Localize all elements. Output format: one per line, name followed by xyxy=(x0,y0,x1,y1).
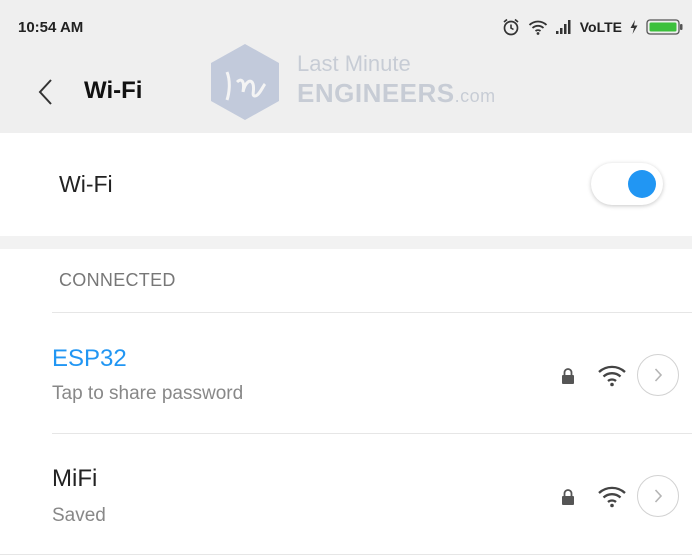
chevron-right-icon xyxy=(654,368,663,382)
toggle-knob xyxy=(628,170,656,198)
network-status: Saved xyxy=(52,505,106,526)
wifi-signal-icon xyxy=(598,486,626,508)
back-button[interactable] xyxy=(30,73,62,111)
watermark-logo xyxy=(211,44,279,120)
network-type-label: VoLTE xyxy=(579,19,622,35)
charging-icon xyxy=(630,20,638,34)
network-details-button[interactable] xyxy=(637,354,679,396)
signal-icon xyxy=(555,20,571,34)
network-name: ESP32 xyxy=(52,345,127,372)
network-details-button[interactable] xyxy=(637,475,679,517)
watermark-brand: ENGINEERS xyxy=(297,78,455,108)
network-row-esp32[interactable]: ESP32 Tap to share password xyxy=(0,330,692,420)
lock-icon xyxy=(562,368,574,384)
wifi-icon xyxy=(528,20,547,35)
divider xyxy=(0,554,692,555)
wifi-signal-icon xyxy=(598,365,626,387)
divider xyxy=(52,312,692,313)
battery-icon xyxy=(646,19,683,35)
watermark-line1: Last Minute xyxy=(297,51,411,76)
chevron-right-icon xyxy=(654,489,663,503)
status-time: 10:54 AM xyxy=(18,19,84,36)
section-header-connected: CONNECTED xyxy=(59,270,176,290)
network-row-mifi[interactable]: MiFi Saved xyxy=(0,452,692,542)
chevron-left-icon xyxy=(38,79,52,105)
wifi-toggle-switch[interactable] xyxy=(591,163,663,205)
lock-icon xyxy=(562,489,574,505)
network-status: Tap to share password xyxy=(52,383,244,404)
status-icons: VoLTE xyxy=(501,16,684,38)
network-name: MiFi xyxy=(52,465,98,492)
divider xyxy=(52,433,692,434)
watermark: Last Minute ENGINEERS.com xyxy=(205,42,525,122)
section-gap xyxy=(0,236,692,249)
watermark-suffix: .com xyxy=(454,86,496,106)
page-title: Wi-Fi xyxy=(84,77,143,104)
watermark-line2: ENGINEERS.com xyxy=(297,78,496,109)
top-bar: 10:54 AM VoLTE Wi-Fi Last Minute ENGINEE… xyxy=(0,0,692,133)
alarm-icon xyxy=(503,18,519,36)
wifi-toggle-label: Wi-Fi xyxy=(59,171,113,197)
wifi-toggle-row: Wi-Fi xyxy=(0,133,692,236)
